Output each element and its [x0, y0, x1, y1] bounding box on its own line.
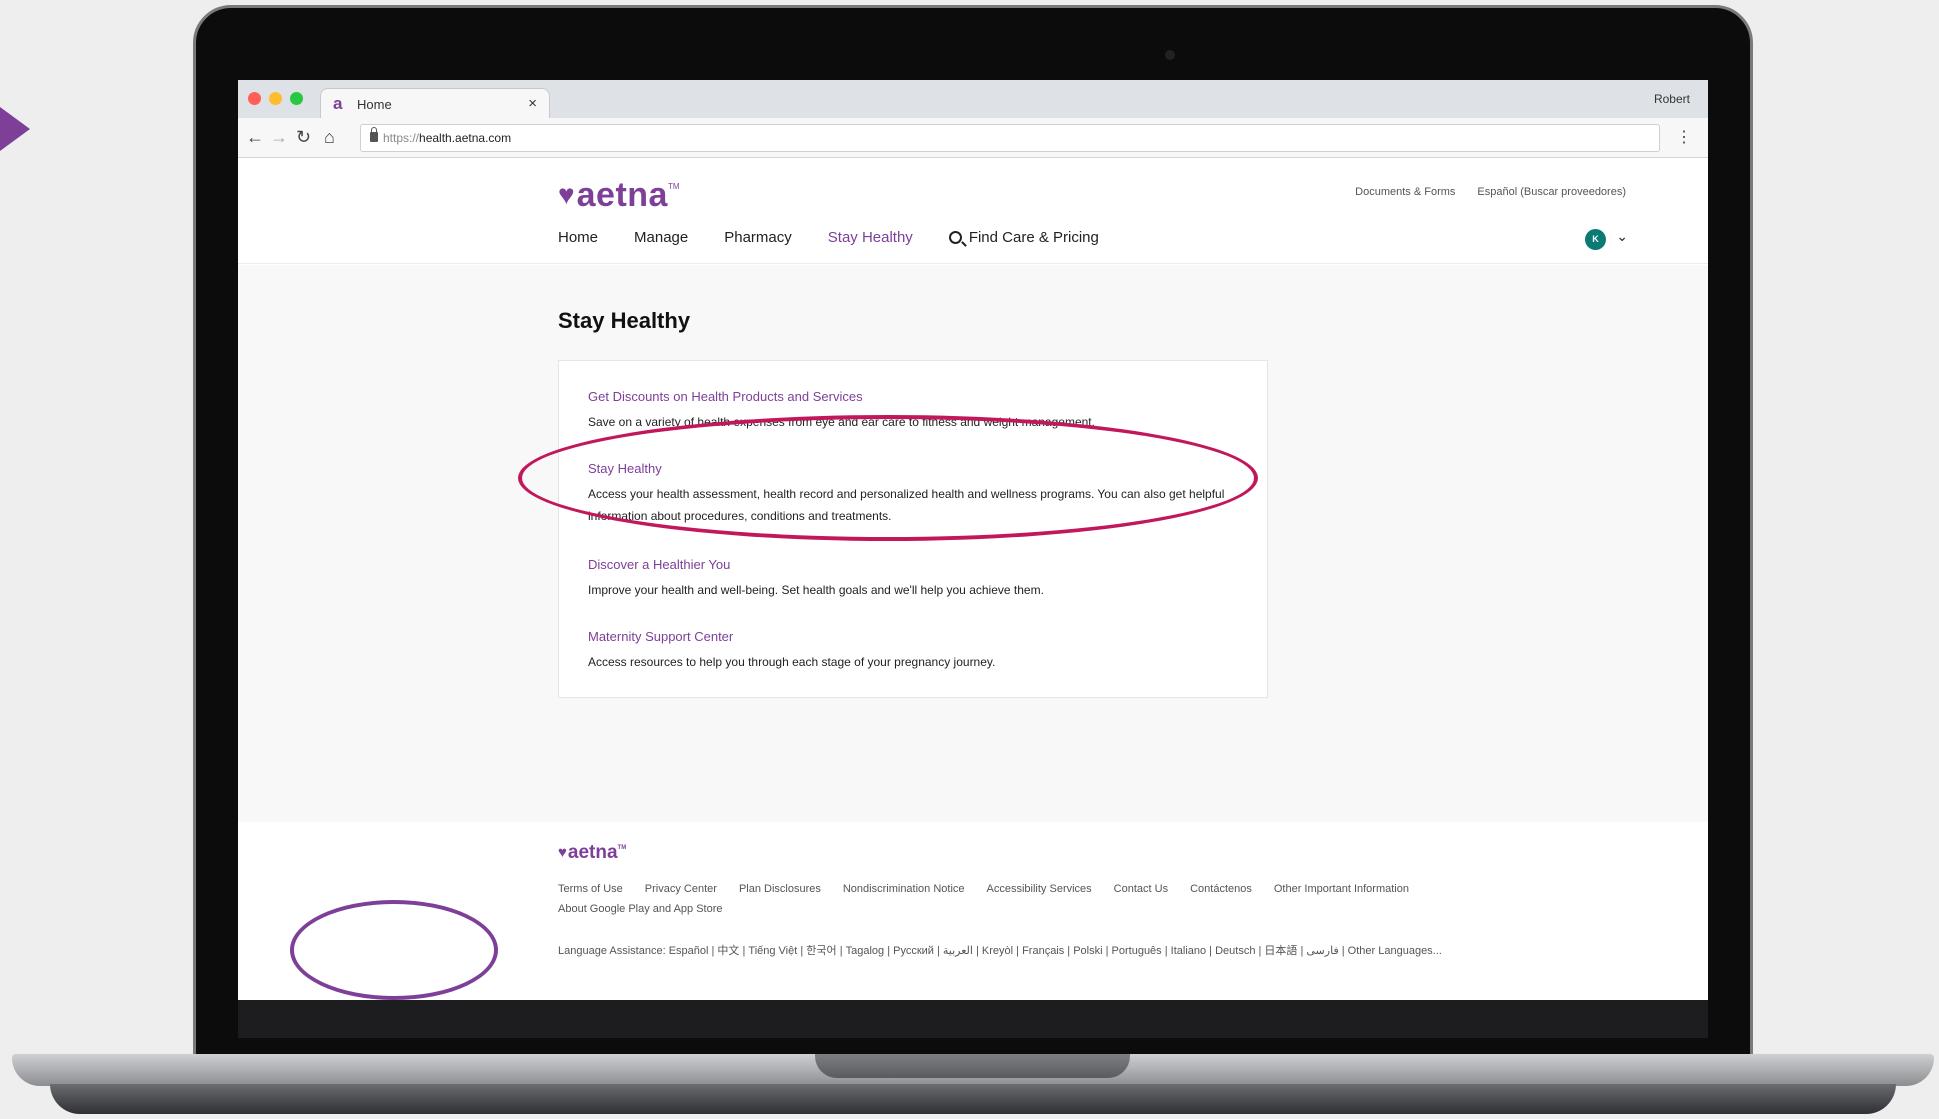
- nav-home[interactable]: Home: [558, 229, 598, 246]
- avatar[interactable]: K: [1585, 229, 1606, 250]
- list-item: Maternity Support Center Access resource…: [588, 629, 1248, 673]
- chevron-down-icon[interactable]: ⌄: [1616, 228, 1628, 245]
- nav-stay-healthy[interactable]: Stay Healthy: [828, 229, 913, 246]
- utility-links: Documents & Forms Español (Buscar provee…: [1355, 186, 1626, 198]
- laptop-chin: [238, 1000, 1708, 1038]
- footer-links: Terms of Use Privacy Center Plan Disclos…: [558, 883, 1458, 915]
- item-description: Access resources to help you through eac…: [588, 655, 996, 669]
- lock-icon: [370, 127, 378, 142]
- footer-logo-trademark: TM: [617, 845, 627, 851]
- search-icon: [948, 231, 962, 244]
- footer-link[interactable]: Other Important Information: [1274, 883, 1409, 895]
- tab-close-icon[interactable]: ×: [528, 95, 537, 112]
- pointer-arrow-icon: [0, 107, 30, 151]
- footer-link[interactable]: Terms of Use: [558, 883, 623, 895]
- url-scheme: https://: [383, 131, 420, 145]
- nav-manage[interactable]: Manage: [634, 229, 688, 246]
- nav-find-care-label: Find Care & Pricing: [968, 229, 1099, 246]
- footer-link[interactable]: Contact Us: [1114, 883, 1168, 895]
- window-controls: [248, 92, 303, 105]
- item-link[interactable]: Get Discounts on Health Products and Ser…: [588, 389, 1248, 404]
- nav-find-care[interactable]: Find Care & Pricing: [948, 229, 1099, 246]
- heart-icon: ♥: [558, 179, 575, 210]
- heart-icon: ♥: [558, 844, 567, 861]
- main-content: Stay Healthy Get Discounts on Health Pro…: [238, 265, 1708, 822]
- item-link[interactable]: Discover a Healthier You: [588, 557, 1248, 572]
- page-title: Stay Healthy: [558, 308, 691, 333]
- nav-pharmacy[interactable]: Pharmacy: [724, 229, 792, 246]
- aetna-logo[interactable]: ♥ aetna TM: [558, 178, 680, 212]
- site-header: ♥ aetna TM Documents & Forms Español (Bu…: [238, 158, 1708, 264]
- footer-link[interactable]: Accessibility Services: [987, 883, 1092, 895]
- footer-logo[interactable]: ♥ aetna TM: [558, 842, 626, 864]
- home-icon[interactable]: ⌂: [324, 127, 335, 148]
- url-host: health.aetna.com: [419, 131, 512, 145]
- logo-trademark: TM: [667, 182, 680, 191]
- back-arrow-icon[interactable]: ←: [246, 127, 264, 148]
- minimize-window-button[interactable]: [269, 92, 282, 105]
- menu-dots-icon[interactable]: ⋮: [1676, 127, 1692, 147]
- footer-link[interactable]: Nondiscrimination Notice: [843, 883, 965, 895]
- address-bar[interactable]: https://health.aetna.com: [360, 124, 1660, 152]
- logo-text: aetna: [576, 176, 668, 214]
- laptop-base-lower: [50, 1084, 1896, 1114]
- aetna-favicon-icon: a: [333, 94, 343, 113]
- footer-link[interactable]: Privacy Center: [645, 883, 717, 895]
- language-assistance[interactable]: Language Assistance: Español | 中文 | Tiến…: [558, 942, 1442, 958]
- tab-title: Home: [357, 97, 392, 112]
- reload-icon[interactable]: ↻: [296, 127, 311, 148]
- stage: a Home × Robert ← → ↻ ⌂ https://health.a…: [0, 0, 1939, 1119]
- footer-annotation: [290, 900, 498, 1000]
- espanol-link[interactable]: Español (Buscar proveedores): [1477, 186, 1626, 198]
- browser-profile-name[interactable]: Robert: [1654, 92, 1690, 106]
- close-window-button[interactable]: [248, 92, 261, 105]
- documents-forms-link[interactable]: Documents & Forms: [1355, 186, 1455, 198]
- footer-link[interactable]: Contáctenos: [1190, 883, 1252, 895]
- site-footer: ♥ aetna TM Terms of Use Privacy Center P…: [238, 822, 1708, 1000]
- browser-tab[interactable]: a Home ×: [320, 88, 550, 118]
- footer-link[interactable]: Plan Disclosures: [739, 883, 821, 895]
- laptop-notch: [815, 1054, 1130, 1078]
- browser-toolbar: ← → ↻ ⌂ https://health.aetna.com ⋮: [238, 118, 1708, 158]
- maximize-window-button[interactable]: [290, 92, 303, 105]
- highlight-annotation: [518, 415, 1258, 541]
- url-text: https://health.aetna.com: [383, 131, 511, 145]
- screen: a Home × Robert ← → ↻ ⌂ https://health.a…: [238, 80, 1708, 1000]
- browser-tabbar: a Home × Robert: [238, 80, 1708, 118]
- forward-arrow-icon[interactable]: →: [270, 127, 288, 148]
- main-nav: Home Manage Pharmacy Stay Healthy Find C…: [558, 229, 1099, 246]
- item-description: Improve your health and well-being. Set …: [588, 583, 1044, 597]
- footer-link[interactable]: About Google Play and App Store: [558, 903, 723, 915]
- footer-logo-text: aetna: [567, 842, 618, 863]
- camera-icon: [1165, 50, 1175, 60]
- item-link[interactable]: Maternity Support Center: [588, 629, 1248, 644]
- list-item: Discover a Healthier You Improve your he…: [588, 557, 1248, 601]
